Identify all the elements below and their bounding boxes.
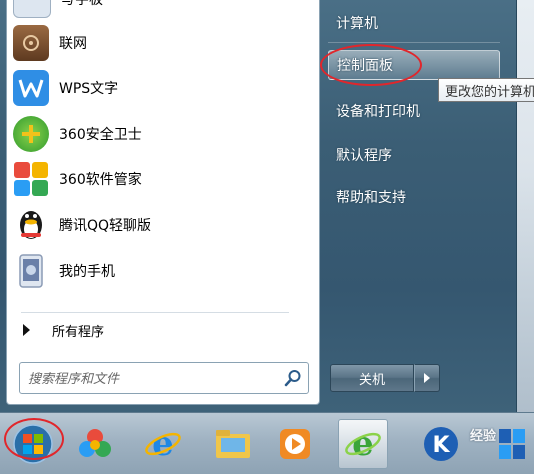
program-item-360-software[interactable]: 360软件管家	[9, 158, 315, 200]
program-label: 我的手机	[59, 264, 115, 280]
360-safeguard-icon	[13, 116, 49, 152]
right-item-label: 默认程序	[336, 148, 392, 164]
file-explorer-icon	[216, 430, 250, 458]
right-item-computer[interactable]: 计算机	[328, 8, 500, 38]
svg-text:e: e	[352, 424, 374, 464]
right-separator	[328, 42, 500, 43]
shutdown-label: 关机	[358, 372, 385, 388]
network-box-icon	[13, 25, 49, 61]
search-icon[interactable]	[284, 369, 302, 387]
search-input[interactable]	[26, 367, 280, 391]
svg-text:K: K	[432, 433, 450, 458]
taskbar-internet-explorer[interactable]: e	[138, 419, 188, 469]
wordpad-icon	[13, 0, 51, 18]
taskbar-file-explorer[interactable]	[208, 419, 258, 469]
taskbar-media-player[interactable]	[270, 419, 320, 469]
annotation-circle-control-panel	[320, 44, 422, 86]
program-label: WPS文字	[59, 81, 119, 97]
taskbar-baidu-k[interactable]: K	[416, 419, 466, 469]
search-box[interactable]	[19, 362, 309, 394]
tooltip: 更改您的计算机	[438, 78, 534, 102]
right-item-default-programs[interactable]: 默认程序	[328, 140, 500, 170]
start-menu: 写字板 联网 WPS文字 360安全卫士 360软件管家 腾讯QQ轻聊版 我的手…	[0, 0, 517, 412]
program-item-wps[interactable]: WPS文字	[9, 67, 315, 109]
taskbar: e e K	[0, 412, 534, 474]
all-programs-link[interactable]: 所有程序	[17, 318, 307, 342]
program-label: 360安全卫士	[59, 127, 142, 143]
shutdown-options-button[interactable]	[414, 364, 440, 392]
program-label: 联网	[59, 36, 87, 52]
program-item-my-phone[interactable]: 我的手机	[9, 250, 315, 292]
baidu-k-icon: K	[424, 427, 458, 461]
tiles-icon	[499, 429, 525, 459]
program-item-qq[interactable]: 腾讯QQ轻聊版	[9, 204, 315, 246]
triangle-right-icon	[23, 324, 30, 336]
tooltip-text: 更改您的计算机	[445, 84, 534, 100]
wps-writer-icon	[13, 70, 49, 106]
separator	[21, 312, 289, 313]
taskbar-green-browser[interactable]: e	[338, 419, 388, 469]
program-label: 腾讯QQ轻聊版	[59, 218, 152, 234]
shutdown-button[interactable]: 关机	[330, 364, 414, 392]
program-item-wordpad[interactable]: 写字板	[9, 0, 315, 20]
all-programs-label: 所有程序	[52, 324, 105, 340]
360-software-manager-icon	[13, 161, 49, 197]
right-item-label: 帮助和支持	[336, 190, 406, 206]
program-list-pane: 写字板 联网 WPS文字 360安全卫士 360软件管家 腾讯QQ轻聊版 我的手…	[6, 0, 320, 405]
watermark: 经验	[470, 429, 497, 444]
qq-penguin-icon	[13, 207, 49, 243]
media-player-icon	[280, 429, 310, 459]
svg-text:e: e	[152, 424, 174, 464]
annotation-circle-start-button	[4, 418, 64, 460]
taskbar-360-browser[interactable]	[70, 419, 120, 469]
program-item-network[interactable]: 联网	[9, 22, 315, 64]
right-item-label: 设备和打印机	[336, 104, 420, 120]
program-item-360-safe[interactable]: 360安全卫士	[9, 113, 315, 155]
phone-icon	[13, 253, 49, 289]
desktop-wallpaper	[515, 0, 534, 420]
internet-explorer-icon: e	[145, 424, 181, 464]
right-item-help-support[interactable]: 帮助和支持	[328, 182, 500, 212]
chevron-right-icon	[424, 373, 430, 383]
right-item-label: 计算机	[336, 16, 378, 32]
green-browser-icon: e	[345, 424, 381, 464]
program-label: 写字板	[61, 0, 103, 8]
360-browser-icon	[79, 429, 111, 457]
taskbar-tiles[interactable]	[494, 419, 530, 469]
program-label: 360软件管家	[59, 172, 142, 188]
